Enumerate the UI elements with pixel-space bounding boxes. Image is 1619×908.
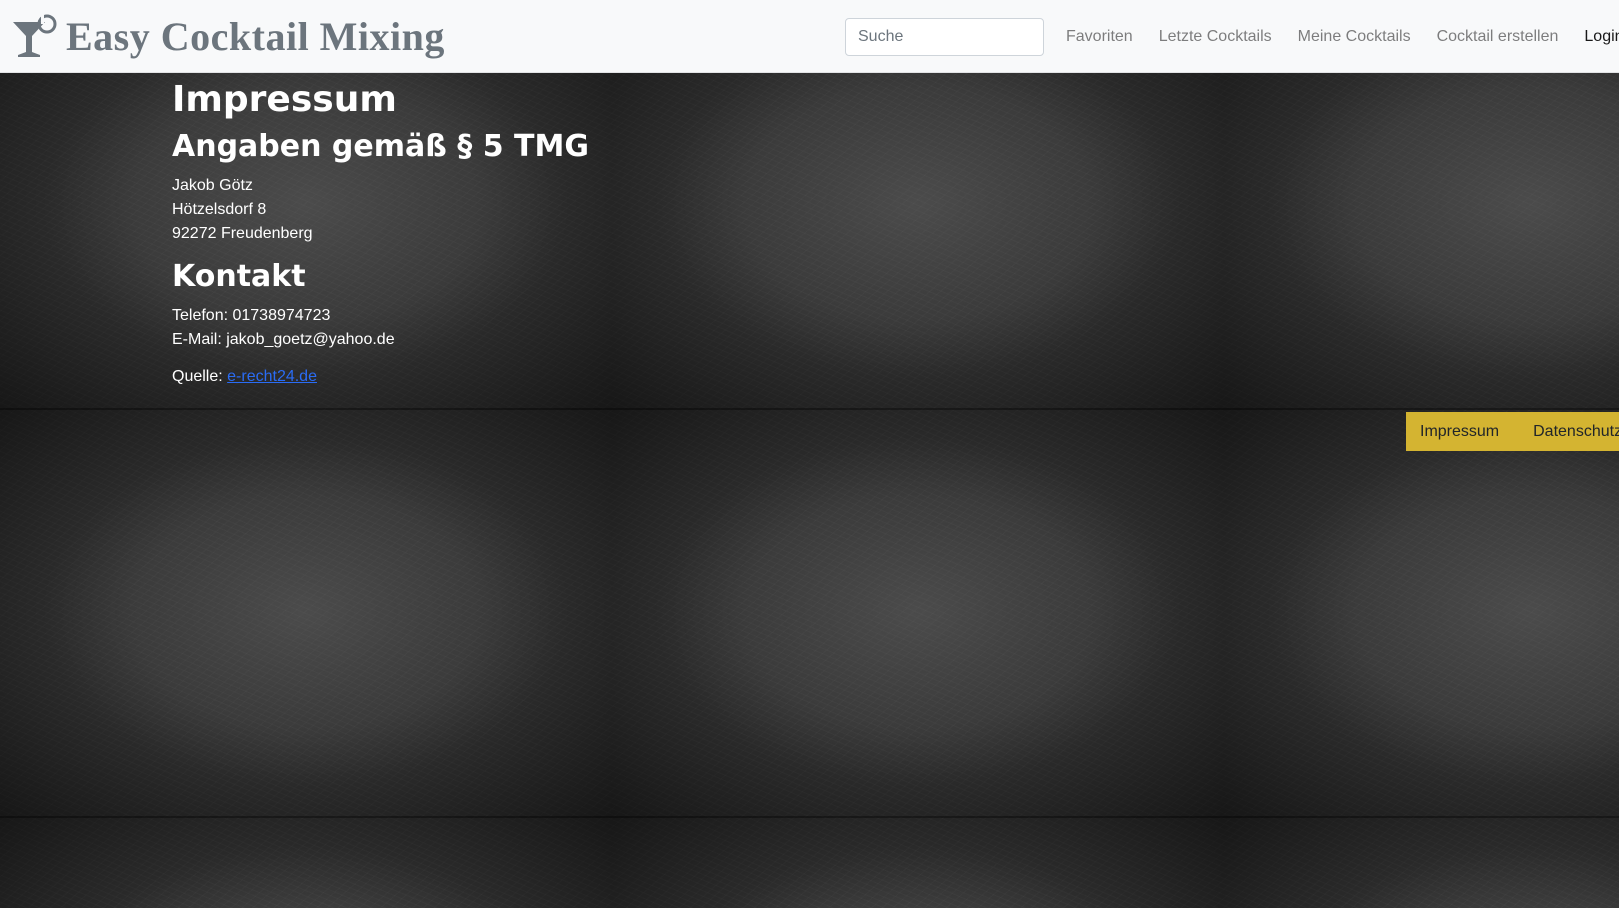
nav-item-login[interactable]: Login bbox=[1571, 28, 1619, 46]
source-line: Quelle: e-recht24.de bbox=[172, 365, 872, 389]
page-title: Impressum bbox=[172, 79, 397, 120]
source-link[interactable]: e-recht24.de bbox=[227, 368, 317, 385]
contact-email: E-Mail: jakob_goetz@yahoo.de bbox=[172, 331, 395, 348]
brand-link[interactable]: Easy Cocktail Mixing bbox=[12, 10, 445, 62]
section-heading-tmg: Angaben gemäß § 5 TMG bbox=[172, 129, 589, 164]
address-city: 92272 Freudenberg bbox=[172, 225, 313, 242]
nav-item-letzte-cocktails[interactable]: Letzte Cocktails bbox=[1146, 28, 1285, 46]
nav-item-favoriten[interactable]: Favoriten bbox=[1053, 28, 1146, 46]
top-navbar: Easy Cocktail Mixing Favoriten Letzte Co… bbox=[0, 0, 1619, 73]
cocktail-glass-icon bbox=[13, 14, 57, 57]
background-seam bbox=[0, 816, 1619, 818]
source-label: Quelle: bbox=[172, 368, 228, 385]
footer-links: Impressum Datenschutz bbox=[1406, 412, 1619, 451]
nav-item-meine-cocktails[interactable]: Meine Cocktails bbox=[1285, 28, 1424, 46]
section-heading-kontakt: Kontakt bbox=[172, 259, 306, 294]
contact-phone: Telefon: 01738974723 bbox=[172, 307, 331, 324]
nav-item-cocktail-erstellen[interactable]: Cocktail erstellen bbox=[1424, 28, 1572, 46]
footer-link-datenschutz[interactable]: Datenschutz bbox=[1519, 423, 1619, 441]
footer-link-impressum[interactable]: Impressum bbox=[1406, 423, 1499, 441]
address-street: Hötzelsdorf 8 bbox=[172, 201, 267, 218]
impressum-content: Impressum Angaben gemäß § 5 TMG Jakob Gö… bbox=[172, 76, 872, 405]
search-input[interactable] bbox=[845, 18, 1044, 56]
address-name: Jakob Götz bbox=[172, 177, 253, 194]
background-seam bbox=[0, 408, 1619, 410]
brand-title: Easy Cocktail Mixing bbox=[66, 13, 445, 59]
nav-links: Favoriten Letzte Cocktails Meine Cocktai… bbox=[1053, 0, 1619, 73]
